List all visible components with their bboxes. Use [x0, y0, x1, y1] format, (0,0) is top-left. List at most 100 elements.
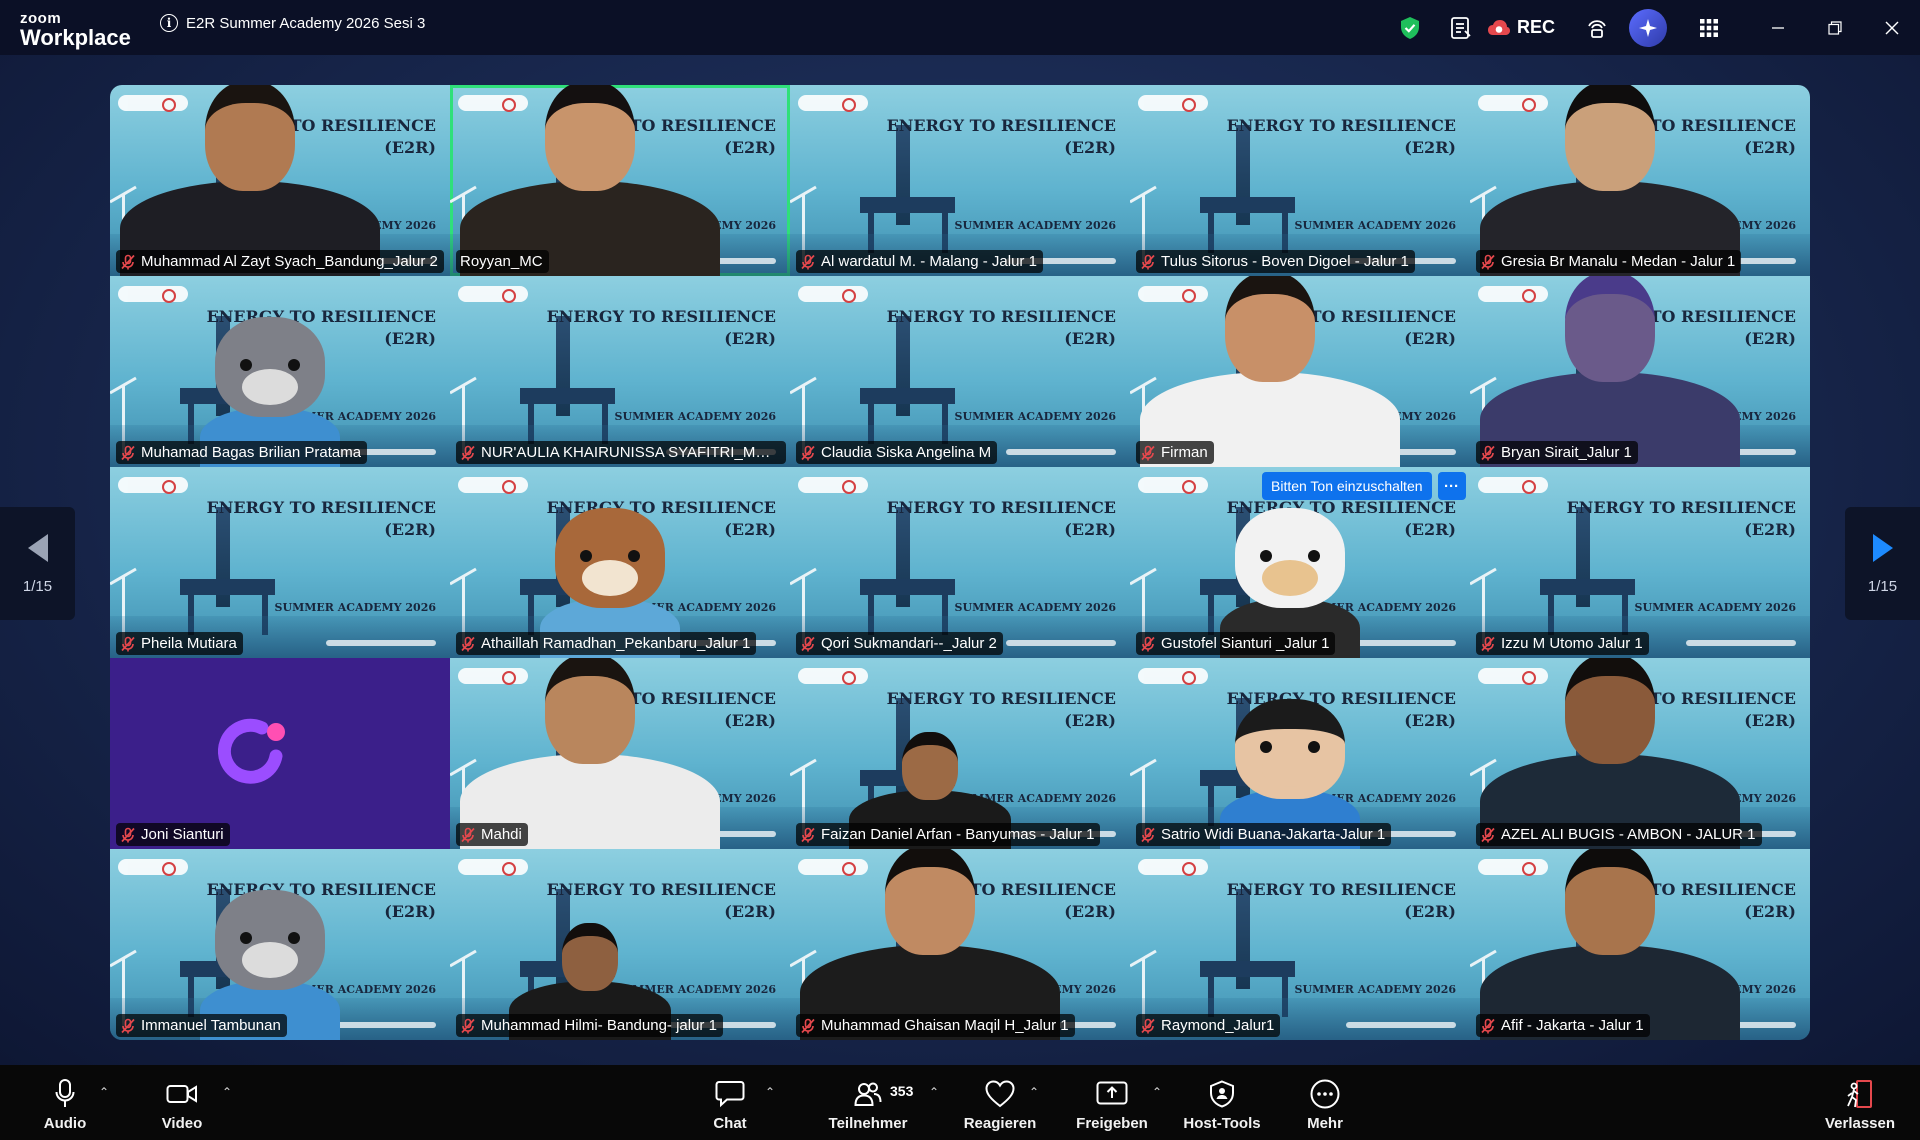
- virtual-background-title: ENERGY TO RESILIENCE (E2R): [1567, 497, 1796, 541]
- apps-button[interactable]: [1687, 0, 1731, 55]
- participant-tile[interactable]: ENERGY TO RESILIENCE(E2R)SUMMER ACADEMY …: [450, 276, 790, 467]
- participant-tile[interactable]: ENERGY TO RESILIENCE(E2R)SUMMER ACADEMY …: [110, 467, 450, 658]
- participants-button[interactable]: Teilnehmer: [820, 1065, 916, 1140]
- minimize-button[interactable]: [1749, 0, 1806, 55]
- participant-name-tag: Muhamad Bagas Brilian Pratama: [116, 441, 368, 464]
- bg-title-line2: (E2R): [1064, 711, 1116, 730]
- sponsor-logos: [458, 477, 528, 494]
- participant-tile[interactable]: ENERGY TO RESILIENCE(E2R)SUMMER ACADEMY …: [1470, 467, 1810, 658]
- virtual-background-title: ENERGY TO RESILIENCE (E2R): [1227, 115, 1456, 159]
- chat-options-caret[interactable]: ⌃: [765, 1085, 775, 1099]
- mic-muted-icon: [1480, 827, 1496, 843]
- previous-page-button[interactable]: 1/15: [0, 507, 75, 620]
- mic-muted-icon: [120, 1018, 136, 1034]
- participant-tile[interactable]: ENERGY TO RESILIENCE(E2R)SUMMER ACADEMY …: [1130, 849, 1470, 1040]
- participant-tile[interactable]: ENERGY TO RESILIENCE(E2R)SUMMER ACADEMY …: [1470, 276, 1810, 467]
- chat-button[interactable]: Chat: [705, 1065, 755, 1140]
- security-shield-button[interactable]: [1385, 0, 1435, 55]
- participant-name: Raymond_Jalur1: [1161, 1017, 1275, 1034]
- participant-tile[interactable]: ENERGY TO RESILIENCE(E2R)SUMMER ACADEMY …: [110, 85, 450, 276]
- participant-tile[interactable]: ENERGY TO RESILIENCE(E2R)SUMMER ACADEMY …: [790, 849, 1130, 1040]
- participant-tile[interactable]: ENERGY TO RESILIENCE(E2R)SUMMER ACADEMY …: [450, 658, 790, 849]
- close-window-button[interactable]: [1863, 0, 1920, 55]
- cloud-record-icon: [1487, 20, 1510, 35]
- participant-name: Joni Sianturi: [141, 826, 224, 843]
- cloud-recording-indicator[interactable]: REC: [1487, 17, 1555, 38]
- virtual-background-title: ENERGY TO RESILIENCE (E2R): [547, 879, 776, 923]
- ai-companion-button[interactable]: [1629, 8, 1667, 47]
- participant-tile[interactable]: Joni Sianturi: [110, 658, 450, 849]
- mic-muted-icon: [120, 254, 136, 270]
- notes-button[interactable]: [1435, 0, 1487, 55]
- participant-tile[interactable]: ENERGY TO RESILIENCE(E2R)SUMMER ACADEMY …: [110, 276, 450, 467]
- participant-name-tag: Qori Sukmandari--_Jalur 2: [796, 632, 1003, 655]
- bg-title-line1: ENERGY TO RESILIENCE: [886, 689, 1116, 708]
- participants-options-caret[interactable]: ⌃: [929, 1085, 939, 1099]
- mic-muted-icon: [800, 445, 816, 461]
- share-screen-button[interactable]: Freigeben: [1070, 1065, 1154, 1140]
- participant-name: Muhammad Hilmi- Bandung- jalur 1: [481, 1017, 717, 1034]
- participant-name: Afif - Jakarta - Jalur 1: [1501, 1017, 1644, 1034]
- page-indicator-left: 1/15: [22, 578, 53, 595]
- virtual-background-subtitle: SUMMER ACADEMY 2026: [1294, 219, 1456, 232]
- virtual-background-title: ENERGY TO RESILIENCE (E2R): [887, 306, 1116, 350]
- sponsor-logos: [798, 477, 868, 494]
- participant-video-person: [1480, 849, 1740, 1040]
- participant-name-tag: Gustofel Sianturi _Jalur 1: [1136, 632, 1336, 655]
- participant-name: Muhamad Bagas Brilian Pratama: [141, 444, 362, 461]
- participant-tile[interactable]: ENERGY TO RESILIENCE(E2R)SUMMER ACADEMY …: [450, 849, 790, 1040]
- participant-tile[interactable]: ENERGY TO RESILIENCE(E2R)SUMMER ACADEMY …: [450, 467, 790, 658]
- participant-tile[interactable]: ENERGY TO RESILIENCE(E2R)SUMMER ACADEMY …: [790, 658, 1130, 849]
- participant-tile[interactable]: ENERGY TO RESILIENCE(E2R)SUMMER ACADEMY …: [790, 85, 1130, 276]
- sponsor-logos: [798, 668, 868, 685]
- participant-tile[interactable]: ENERGY TO RESILIENCE(E2R)SUMMER ACADEMY …: [1470, 849, 1810, 1040]
- participant-name: NUR'AULIA KHAIRUNISSA SYAFITRI_MALA...: [481, 444, 780, 461]
- participant-tile[interactable]: ENERGY TO RESILIENCE(E2R)SUMMER ACADEMY …: [1470, 658, 1810, 849]
- participant-name: Satrio Widi Buana-Jakarta-Jalur 1: [1161, 826, 1386, 843]
- participant-tile[interactable]: ENERGY TO RESILIENCE(E2R)SUMMER ACADEMY …: [790, 276, 1130, 467]
- video-button[interactable]: Video: [150, 1065, 214, 1140]
- virtual-background-subtitle: SUMMER ACADEMY 2026: [954, 601, 1116, 614]
- sponsor-strip: [1006, 640, 1116, 646]
- participant-tile[interactable]: ENERGY TO RESILIENCE(E2R)SUMMER ACADEMY …: [450, 85, 790, 276]
- meeting-info-button[interactable]: i E2R Summer Academy 2026 Sesi 3: [160, 14, 425, 32]
- participant-tile[interactable]: ENERGY TO RESILIENCE(E2R) SUMMER ACADEMY …: [1130, 85, 1470, 276]
- next-page-button[interactable]: 1/15: [1845, 507, 1920, 620]
- participant-tile[interactable]: ENERGY TO RESILIENCE(E2R)SUMMER ACADEMY …: [1130, 658, 1470, 849]
- tile-more-button[interactable]: ···: [1437, 472, 1466, 500]
- react-label: Reagieren: [963, 1115, 1037, 1132]
- participant-name: Tulus Sitorus - Boven Digoel - Jalur 1: [1161, 253, 1409, 270]
- react-options-caret[interactable]: ⌃: [1029, 1085, 1039, 1099]
- ask-to-unmute-button[interactable]: Bitten Ton einzuschalten: [1262, 472, 1432, 500]
- participant-name-tag: Afif - Jakarta - Jalur 1: [1476, 1014, 1650, 1037]
- share-options-caret[interactable]: ⌃: [1152, 1085, 1162, 1099]
- virtual-background-subtitle: SUMMER ACADEMY 2026: [274, 601, 436, 614]
- bg-title-line2: (E2R): [724, 902, 776, 921]
- participant-tile[interactable]: ENERGY TO RESILIENCE(E2R)SUMMER ACADEMY …: [1470, 85, 1810, 276]
- participant-tile[interactable]: ENERGY TO RESILIENCE(E2R)SUMMER ACADEMY …: [790, 467, 1130, 658]
- participant-video-person: [120, 85, 380, 276]
- leave-meeting-button[interactable]: Verlassen: [1820, 1065, 1900, 1140]
- restore-icon: [1827, 20, 1842, 35]
- participant-tile[interactable]: ENERGY TO RESILIENCE(E2R)SUMMER ACADEMY …: [110, 849, 450, 1040]
- live-transcript-button[interactable]: [1575, 0, 1619, 55]
- video-options-caret[interactable]: ⌃: [222, 1085, 232, 1099]
- participant-name-tag: Bryan Sirait_Jalur 1: [1476, 441, 1638, 464]
- restore-button[interactable]: [1806, 0, 1863, 55]
- participant-name: Pheila Mutiara: [141, 635, 237, 652]
- participant-name: Gustofel Sianturi _Jalur 1: [1161, 635, 1330, 652]
- participant-tile[interactable]: ENERGY TO RESILIENCE(E2R)SUMMER ACADEMY …: [1130, 276, 1470, 467]
- host-tools-button[interactable]: Host-Tools: [1180, 1065, 1264, 1140]
- bg-title-line1: ENERGY TO RESILIENCE: [886, 116, 1116, 135]
- participant-name-tag: Izzu M Utomo Jalur 1: [1476, 632, 1649, 655]
- react-button[interactable]: Reagieren: [960, 1065, 1040, 1140]
- participant-app-logo-icon: [218, 718, 285, 784]
- more-label: Mehr: [1307, 1115, 1343, 1132]
- audio-button[interactable]: Audio: [35, 1065, 95, 1140]
- virtual-background-title: ENERGY TO RESILIENCE (E2R): [547, 306, 776, 350]
- mic-muted-icon: [1480, 445, 1496, 461]
- audio-options-caret[interactable]: ⌃: [99, 1085, 109, 1099]
- leave-label: Verlassen: [1824, 1115, 1896, 1132]
- more-button[interactable]: Mehr: [1295, 1065, 1355, 1140]
- participant-name-tag: Faizan Daniel Arfan - Banyumas - Jalur 1: [796, 823, 1101, 846]
